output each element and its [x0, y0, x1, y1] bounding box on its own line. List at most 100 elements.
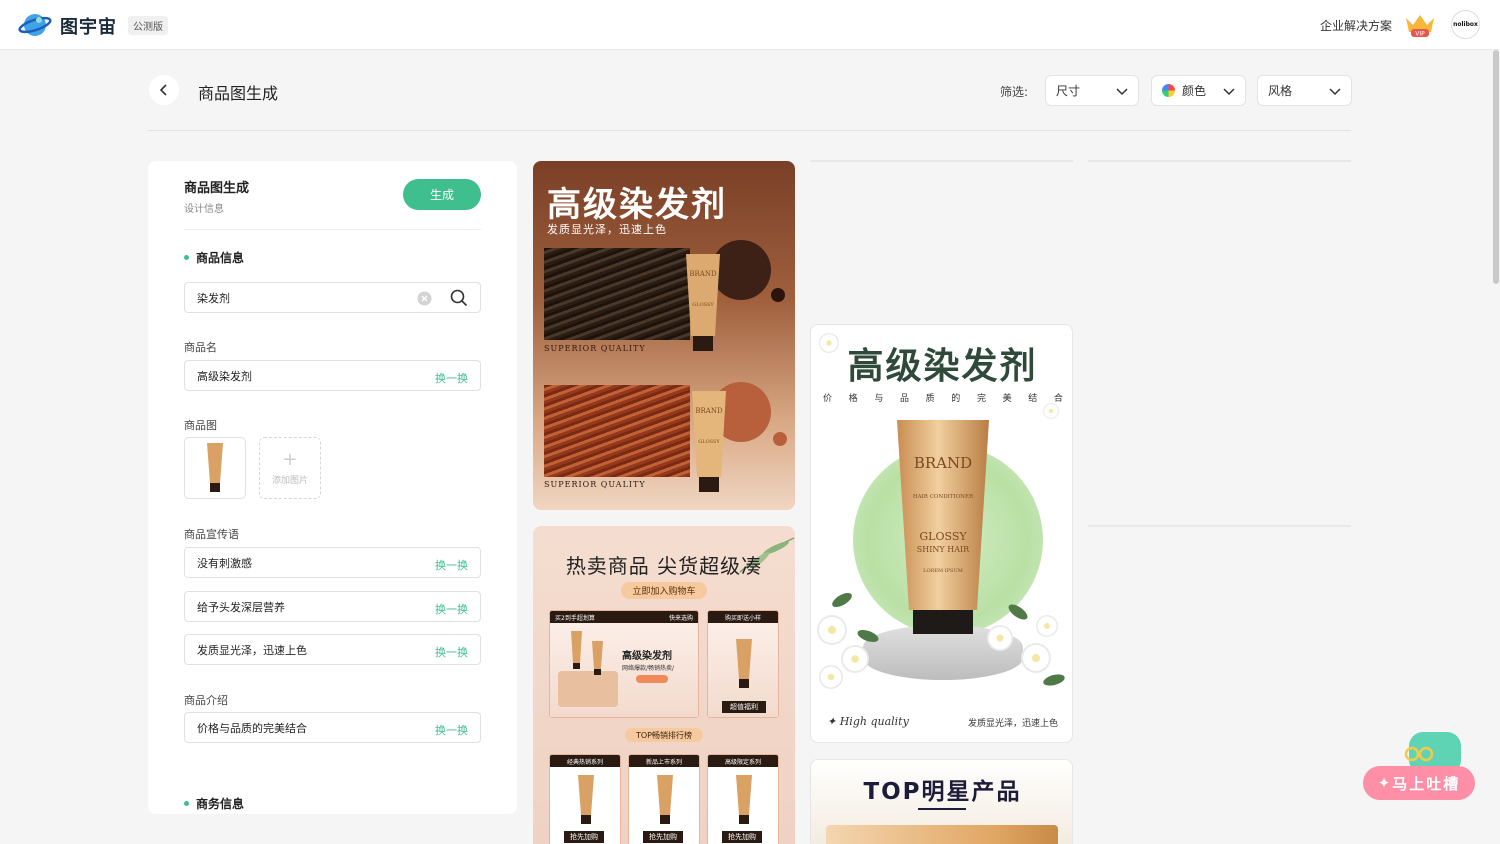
flower-decor — [817, 615, 847, 645]
swap-slogan-1-button[interactable]: 换一换 — [435, 557, 468, 573]
product-tube-image — [578, 775, 594, 824]
series-bar: 高级限定系列 — [708, 755, 778, 767]
back-button[interactable] — [149, 75, 179, 105]
leaf-decor — [1006, 601, 1030, 623]
product-tube-image — [826, 825, 1058, 844]
swap-intro-button[interactable]: 换一换 — [435, 722, 468, 738]
product-tube-image — [657, 775, 673, 824]
series-box-1: 经典热销系列 抢先加购 — [549, 754, 621, 844]
add-to-cart-pill: 立即加入购物车 — [621, 582, 707, 599]
vip-crown-icon[interactable]: VIP — [1404, 12, 1436, 38]
user-avatar[interactable]: nolibox — [1451, 10, 1480, 39]
product-name-field[interactable]: 高级染发剂 换一换 — [184, 360, 481, 391]
result-card-3[interactable]: 高级染发剂 价 格 与 品 质 的 完 美 结 合 BRAND HAIR CON… — [810, 324, 1073, 743]
page-scrollbar[interactable] — [1493, 50, 1499, 284]
product-search-value: 染发剂 — [197, 291, 230, 305]
slogan-value-2: 给予头发深层营养 — [197, 600, 285, 614]
leaf-decor — [829, 590, 855, 610]
slogan-field-1[interactable]: 没有刺激感 换一换 — [184, 547, 481, 578]
product-image-thumbnail[interactable] — [184, 437, 246, 499]
section-dot — [184, 801, 189, 806]
style-filter-label: 风格 — [1268, 84, 1293, 98]
glasses-icon — [1404, 746, 1434, 762]
promo-tag-button — [636, 675, 668, 683]
decor-dot — [773, 432, 787, 446]
slogan-value-1: 没有刺激感 — [197, 556, 252, 570]
slogan-field-3[interactable]: 发质显光泽，迅速上色 换一换 — [184, 634, 481, 665]
business-info-heading: 商务信息 — [184, 795, 244, 812]
promo-left-a: 买2到手超划算 — [555, 614, 595, 622]
tube-lorem-text: LOREM IPSUM — [923, 568, 963, 574]
loading-placeholder — [1088, 525, 1351, 527]
filter-label: 筛选: — [1000, 85, 1029, 99]
style-filter-dropdown[interactable]: 风格 — [1257, 75, 1352, 106]
promo-product-desc: 网络爆款/畅销热卖/ — [622, 665, 675, 672]
plus-icon: + — [282, 448, 298, 470]
feedback-widget[interactable]: ✦ 马上吐槽 — [1363, 732, 1477, 802]
card2-title: 热卖商品 尖货超级凑 — [565, 554, 763, 578]
slogan-value-3: 发质显光泽，迅速上色 — [197, 643, 307, 657]
intro-label: 商品介绍 — [184, 694, 228, 707]
promo-left-b: 快来选购 — [668, 614, 693, 622]
color-filter-label: 颜色 — [1182, 84, 1207, 98]
tube-glossy-text: GLOSSY — [698, 439, 720, 445]
business-info-heading-text: 商务信息 — [196, 797, 245, 811]
slogan-field-2[interactable]: 给予头发深层营养 换一换 — [184, 591, 481, 622]
feedback-button[interactable]: ✦ 马上吐槽 — [1363, 766, 1475, 800]
card3-sub-char: 结 — [1028, 394, 1038, 404]
enterprise-solutions-link[interactable]: 企业解决方案 — [1320, 17, 1392, 34]
product-tube-image: BRAND HAIR CONDITIONER GLOSSY SHINY HAIR… — [897, 420, 989, 634]
flower-decor — [1043, 403, 1059, 419]
card1-quality-2: SUPERIOR QUALITY — [544, 480, 646, 489]
color-filter-dropdown[interactable]: 颜色 — [1151, 75, 1246, 106]
product-info-heading: 商品信息 — [184, 249, 244, 266]
flower-decor — [987, 625, 1013, 651]
intro-value: 价格与品质的完美结合 — [197, 721, 307, 735]
promo-gift-bar: 购买即送小样 — [708, 611, 778, 623]
card3-sub-char: 与 — [874, 394, 884, 404]
size-filter-dropdown[interactable]: 尺寸 — [1045, 75, 1139, 106]
result-card-4[interactable]: TOP明星产品 — [810, 759, 1073, 844]
dark-hair-image — [544, 248, 690, 340]
flower-decor — [841, 645, 869, 673]
tube-brand-text: BRAND — [914, 454, 972, 472]
slogan-label: 商品宣传语 — [184, 528, 239, 541]
card1-title: 高级染发剂 — [547, 185, 727, 225]
panel-divider — [184, 229, 481, 230]
card3-footer-right: 发质显光泽，迅速上色 — [967, 719, 1058, 729]
swap-slogan-3-button[interactable]: 换一换 — [435, 644, 468, 660]
card4-title: TOP明星产品 — [863, 779, 1022, 805]
tube-brand-text: BRAND — [689, 270, 717, 278]
card3-subtitle: 价 格 与 品 质 的 完 美 结 合 — [823, 391, 1063, 404]
series-bar: 新品上市系列 — [629, 755, 699, 767]
tube-glossy-text: GLOSSY — [692, 302, 714, 308]
intro-field[interactable]: 价格与品质的完美结合 换一换 — [184, 712, 481, 743]
result-card-1[interactable]: 高级染发剂 发质显光泽，迅速上色 BRAND GLOSSY SUPERIOR Q… — [533, 161, 795, 510]
tube-brand-text: BRAND — [695, 407, 723, 415]
clear-icon[interactable] — [417, 291, 432, 306]
search-icon[interactable] — [450, 289, 468, 307]
product-tube-image — [736, 639, 752, 688]
flower-decor — [1021, 643, 1051, 673]
result-card-2[interactable]: 热卖商品 尖货超级凑 立即加入购物车 买2到手超划算 快来选购 高级染发剂 网络爆… — [533, 526, 795, 844]
planet-logo-icon[interactable] — [18, 11, 52, 39]
add-image-button[interactable]: + 添加图片 — [259, 437, 321, 499]
page-title: 商品图生成 — [198, 84, 279, 103]
swap-slogan-2-button[interactable]: 换一换 — [435, 601, 468, 617]
series-name-3: 高级限定系列 — [724, 758, 761, 766]
product-search-input[interactable]: 染发剂 — [184, 282, 481, 313]
promo-product-name: 高级染发剂 — [622, 651, 672, 662]
card3-sub-char: 品 — [899, 394, 909, 404]
promo-box-gift: 购买即送小样 超值福利 — [707, 610, 779, 718]
section-dot — [184, 255, 189, 260]
product-tube-image — [571, 631, 603, 675]
generate-button[interactable]: 生成 — [403, 179, 481, 210]
swap-name-button[interactable]: 换一换 — [435, 370, 468, 386]
loading-placeholder — [1088, 160, 1351, 162]
product-tube-image: BRAND GLOSSY — [686, 254, 720, 351]
vip-badge-text: VIP — [1415, 31, 1425, 38]
value-tag: 超值福利 — [722, 701, 766, 713]
card3-sub-char: 美 — [1002, 394, 1012, 404]
feedback-label: 马上吐槽 — [1392, 774, 1461, 793]
app-name[interactable]: 图宇宙 — [60, 13, 117, 39]
